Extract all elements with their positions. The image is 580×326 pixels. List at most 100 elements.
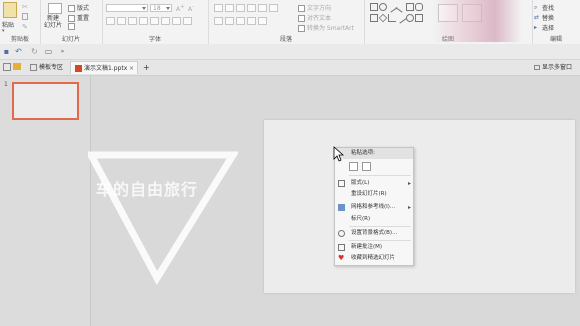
home-icon[interactable] <box>3 63 11 71</box>
undo-icon[interactable]: ↶ <box>14 47 23 56</box>
justify-icon[interactable] <box>247 17 256 25</box>
close-tab-icon[interactable]: × <box>129 62 134 75</box>
grow-font-icon[interactable]: A+ <box>176 4 184 13</box>
columns-icon[interactable] <box>269 4 278 12</box>
line2-shape-icon[interactable] <box>395 1 407 13</box>
template-icon <box>30 64 37 71</box>
italic-icon[interactable] <box>117 17 126 25</box>
shapes-gallery[interactable] <box>370 1 432 25</box>
grid-icon <box>338 204 345 211</box>
editing-group: ⌕ 查找 ⇄ 替换 ▸ 选择 编辑 <box>532 0 580 44</box>
align-left-icon[interactable] <box>214 17 223 25</box>
menu-item-layout[interactable]: 版式(L) ▸ <box>335 178 413 189</box>
paste-keep-format-icon[interactable] <box>349 162 358 171</box>
line-spacing-icon[interactable] <box>258 4 267 12</box>
new-tab-button[interactable]: + <box>139 61 154 74</box>
decrease-indent-icon[interactable] <box>236 4 245 12</box>
select-icon: ▸ <box>534 24 538 31</box>
circle-shape-icon[interactable] <box>406 14 414 22</box>
present-icon[interactable]: ▭ <box>44 47 53 56</box>
folder-icon[interactable] <box>13 63 21 70</box>
paste-icon[interactable] <box>3 2 17 18</box>
increase-indent-icon[interactable] <box>247 4 256 12</box>
cut-icon[interactable]: ✂ <box>22 3 28 11</box>
window-icon <box>534 65 540 70</box>
smartart-button[interactable]: 转换为 SmartArt <box>298 23 354 32</box>
smartart-icon <box>298 25 305 32</box>
tab-templates[interactable]: 模板专区 <box>26 61 67 74</box>
font-size-combo[interactable]: 18 <box>150 4 172 12</box>
save-icon[interactable]: ▪ <box>2 47 11 56</box>
more-shapes-icon[interactable] <box>415 14 423 22</box>
replace-button[interactable]: ⇄ 替换 <box>534 13 554 22</box>
find-button[interactable]: ⌕ 查找 <box>534 3 554 12</box>
reset-button[interactable]: 重置 <box>68 13 89 22</box>
menu-item-ruler[interactable]: 标尺(R) <box>335 214 413 225</box>
clipboard-group: 粘贴 ▾ ✂ ✎ 剪贴板 <box>0 0 41 44</box>
align-center-icon[interactable] <box>225 17 234 25</box>
layout-icon <box>68 5 75 12</box>
select-button[interactable]: ▸ 选择 <box>534 23 554 32</box>
diamond-shape-icon[interactable] <box>378 13 388 23</box>
paragraph-group-label: 段落 <box>279 36 292 43</box>
chevron-down-icon <box>142 7 146 10</box>
numbering-icon[interactable] <box>225 4 234 12</box>
menu-separator <box>349 240 411 241</box>
align-right-icon[interactable] <box>236 17 245 25</box>
tab-document[interactable]: 演示文稿1.pptx × <box>70 61 138 74</box>
layout-icon <box>338 180 345 187</box>
comment-icon <box>338 244 345 251</box>
reset-icon <box>68 15 75 22</box>
slide-thumbnail[interactable] <box>12 82 79 120</box>
shrink-font-icon[interactable]: A- <box>188 4 194 13</box>
mouse-cursor-icon <box>333 146 345 162</box>
square-shape-icon[interactable] <box>370 14 378 22</box>
text-direction-icon <box>298 5 305 12</box>
shadow-icon[interactable] <box>150 17 159 25</box>
bullets-icon[interactable] <box>214 4 223 12</box>
slide-canvas[interactable] <box>264 120 575 293</box>
watermark-triangle <box>88 151 238 285</box>
paragraph-group: 文字方向 对齐文本 转换为 SmartArt 段落 <box>208 0 365 44</box>
new-slide-button[interactable]: 新建 幻灯片 <box>44 15 62 29</box>
spacing-icon[interactable] <box>161 17 170 25</box>
elbow-shape-icon[interactable] <box>388 14 396 22</box>
show-multiwindow-button[interactable]: 显示多窗口 <box>530 61 576 74</box>
distribute-icon[interactable] <box>258 17 267 25</box>
slides-group: 新建 幻灯片 版式 重置 幻灯片 <box>40 0 103 44</box>
context-menu: 粘贴选项: 版式(L) ▸ 重设幻灯片(R) 网格和参考线(I)... ▸ 标尺… <box>334 147 414 266</box>
underline-icon[interactable] <box>128 17 137 25</box>
menu-item-grid-guides[interactable]: 网格和参考线(I)... ▸ <box>335 202 413 213</box>
submenu-arrow-icon: ▸ <box>407 204 411 211</box>
layout-button[interactable]: 版式 <box>68 3 89 12</box>
font-color-icon[interactable] <box>183 17 192 25</box>
paste-picture-icon[interactable] <box>362 162 371 171</box>
format-painter-icon[interactable]: ✎ <box>22 23 28 31</box>
clipboard-group-label: 剪贴板 <box>10 36 29 43</box>
section-button[interactable] <box>68 23 77 30</box>
menu-item-reset-slide[interactable]: 重设幻灯片(R) <box>335 189 413 200</box>
section-icon <box>68 23 75 30</box>
oval-shape-icon[interactable] <box>379 3 387 11</box>
menu-item-favorite[interactable]: ♥ 收藏到精选幻灯片 <box>335 253 413 264</box>
heart-icon: ♥ <box>338 254 345 262</box>
case-icon[interactable] <box>172 17 181 25</box>
strikethrough-icon[interactable] <box>139 17 148 25</box>
arrow-shape-icon[interactable] <box>395 12 407 24</box>
rounded-rect-shape-icon[interactable] <box>415 3 423 11</box>
new-slide-icon[interactable] <box>48 3 62 14</box>
text-box-shape-icon[interactable] <box>406 3 414 11</box>
customize-icon[interactable]: » <box>58 47 67 56</box>
copy-icon[interactable] <box>22 13 28 20</box>
menu-item-format-background[interactable]: 设置背景格式(B)... <box>335 228 413 239</box>
editing-group-label: 编辑 <box>549 36 562 43</box>
text-direction-button[interactable]: 文字方向 <box>298 3 331 12</box>
redo-icon[interactable]: ↻ <box>30 47 39 56</box>
submenu-arrow-icon: ▸ <box>407 180 411 187</box>
font-name-combo[interactable] <box>106 4 148 12</box>
bold-icon[interactable] <box>106 17 115 25</box>
menu-item-new-comment[interactable]: 新建批注(M) <box>335 242 413 253</box>
slides-group-label: 幻灯片 <box>61 36 80 43</box>
rectangle-shape-icon[interactable] <box>370 3 378 11</box>
align-text-button[interactable]: 对齐文本 <box>298 13 331 22</box>
